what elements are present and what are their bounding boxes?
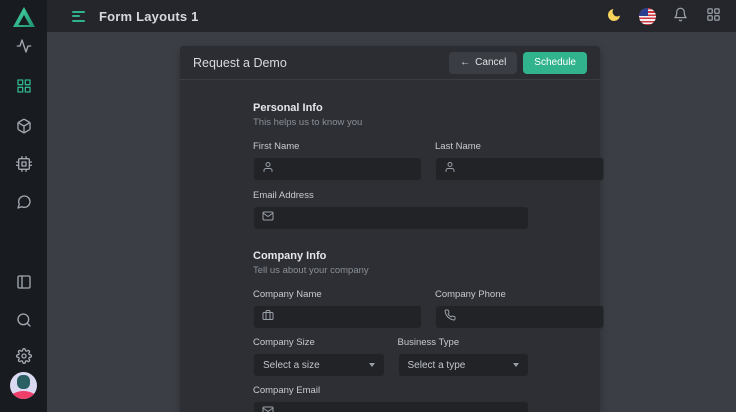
notifications-button[interactable] bbox=[671, 7, 689, 25]
sidebar-item-layout[interactable] bbox=[0, 275, 47, 291]
top-header: Form Layouts 1 bbox=[47, 0, 736, 32]
avatar-image bbox=[10, 372, 37, 399]
company-phone-group: Company Phone bbox=[435, 289, 604, 329]
sidebar bbox=[0, 0, 47, 412]
section-subtitle: Tell us about your company bbox=[253, 265, 529, 276]
gear-icon bbox=[16, 348, 32, 367]
user-icon bbox=[262, 160, 274, 178]
first-name-group: First Name bbox=[253, 141, 422, 181]
sidebar-item-components[interactable] bbox=[0, 119, 47, 135]
last-name-field[interactable] bbox=[463, 164, 595, 175]
email-group: Email Address bbox=[253, 190, 529, 230]
email-field[interactable] bbox=[281, 213, 520, 224]
card-body: Personal Info This helps us to know you … bbox=[180, 80, 600, 412]
hamburger-icon bbox=[72, 11, 85, 13]
first-name-field[interactable] bbox=[281, 164, 413, 175]
company-email-field[interactable] bbox=[281, 408, 520, 412]
card-header: Request a Demo ← Cancel Schedule bbox=[180, 46, 600, 80]
company-name-label: Company Name bbox=[253, 289, 422, 300]
last-name-input[interactable] bbox=[435, 157, 604, 181]
card-actions: ← Cancel Schedule bbox=[449, 52, 587, 74]
company-name-input[interactable] bbox=[253, 305, 422, 329]
personal-info-section: Personal Info This helps us to know you … bbox=[253, 102, 529, 230]
app-root: Form Layouts 1 bbox=[0, 0, 736, 412]
layout-panel-icon bbox=[16, 274, 32, 293]
company-size-label: Company Size bbox=[253, 337, 385, 348]
dark-mode-toggle[interactable] bbox=[605, 7, 623, 25]
mail-icon bbox=[262, 404, 274, 412]
apps-grid-icon bbox=[16, 78, 32, 97]
cancel-button-label: Cancel bbox=[475, 57, 506, 68]
company-phone-input[interactable] bbox=[435, 305, 604, 329]
chat-bubble-icon bbox=[16, 194, 32, 213]
cancel-button[interactable]: ← Cancel bbox=[449, 52, 517, 74]
company-phone-field[interactable] bbox=[463, 312, 595, 323]
business-type-label: Business Type bbox=[398, 337, 530, 348]
company-info-section: Company Info Tell us about your company … bbox=[253, 250, 529, 412]
app-logo[interactable] bbox=[0, 6, 47, 32]
moon-icon bbox=[606, 7, 622, 26]
activity-icon bbox=[16, 38, 32, 57]
main-content: Request a Demo ← Cancel Schedule Persona… bbox=[47, 32, 736, 412]
last-name-group: Last Name bbox=[435, 141, 604, 181]
chevron-down-icon bbox=[369, 363, 375, 367]
briefcase-icon bbox=[262, 308, 274, 326]
search-icon bbox=[16, 312, 32, 331]
company-size-group: Company Size Select a size bbox=[253, 337, 385, 377]
box-icon bbox=[16, 118, 32, 137]
company-row-1: Company Name Company Phone bbox=[253, 289, 529, 329]
section-subtitle: This helps us to know you bbox=[253, 117, 529, 128]
sidebar-item-apps[interactable] bbox=[0, 79, 47, 95]
card-title: Request a Demo bbox=[193, 56, 287, 70]
user-icon bbox=[444, 160, 456, 178]
company-row-2: Company Size Select a size Business Type… bbox=[253, 337, 529, 377]
business-type-group: Business Type Select a type bbox=[398, 337, 530, 377]
section-heading: Company Info bbox=[253, 250, 529, 262]
first-name-input[interactable] bbox=[253, 157, 422, 181]
user-avatar[interactable] bbox=[0, 372, 47, 399]
request-demo-card: Request a Demo ← Cancel Schedule Persona… bbox=[180, 46, 600, 412]
apps-grid-icon bbox=[706, 7, 721, 25]
sidebar-item-activity[interactable] bbox=[0, 39, 47, 55]
mail-icon bbox=[262, 209, 274, 227]
section-heading: Personal Info bbox=[253, 102, 529, 114]
email-label: Email Address bbox=[253, 190, 529, 201]
bell-icon bbox=[673, 7, 688, 25]
triangle-logo-icon bbox=[12, 6, 36, 33]
cpu-chip-icon bbox=[16, 156, 32, 175]
last-name-label: Last Name bbox=[435, 141, 604, 152]
sidebar-item-search[interactable] bbox=[0, 313, 47, 329]
name-row: First Name Last Name bbox=[253, 141, 529, 181]
email-input[interactable] bbox=[253, 206, 529, 230]
us-flag-icon bbox=[639, 8, 656, 25]
header-actions bbox=[605, 7, 722, 25]
page-title: Form Layouts 1 bbox=[99, 9, 199, 24]
company-phone-label: Company Phone bbox=[435, 289, 604, 300]
back-arrow-icon: ← bbox=[460, 57, 470, 68]
company-name-field[interactable] bbox=[281, 312, 413, 323]
sidebar-toggle-button[interactable] bbox=[72, 9, 88, 23]
chevron-down-icon bbox=[513, 363, 519, 367]
company-email-input[interactable] bbox=[253, 401, 529, 412]
company-name-group: Company Name bbox=[253, 289, 422, 329]
select-placeholder: Select a type bbox=[408, 360, 466, 371]
language-selector[interactable] bbox=[638, 7, 656, 25]
first-name-label: First Name bbox=[253, 141, 422, 152]
phone-icon bbox=[444, 308, 456, 326]
company-size-select[interactable]: Select a size bbox=[253, 353, 385, 377]
sidebar-item-chat[interactable] bbox=[0, 195, 47, 211]
sidebar-item-elements[interactable] bbox=[0, 157, 47, 173]
company-email-label: Company Email bbox=[253, 385, 529, 396]
sidebar-item-settings[interactable] bbox=[0, 349, 47, 365]
company-email-group: Company Email bbox=[253, 385, 529, 412]
business-type-select[interactable]: Select a type bbox=[398, 353, 530, 377]
schedule-button[interactable]: Schedule bbox=[523, 52, 587, 74]
select-placeholder: Select a size bbox=[263, 360, 320, 371]
apps-menu-button[interactable] bbox=[704, 7, 722, 25]
